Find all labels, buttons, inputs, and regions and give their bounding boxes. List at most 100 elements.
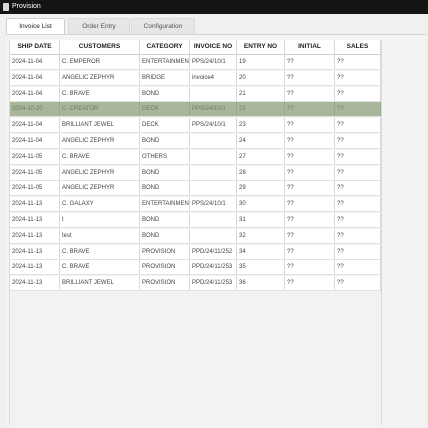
cell-sales: ?? (335, 55, 381, 69)
cell-sales: ?? (335, 165, 381, 180)
table-row[interactable]: 2024-11-05 ANGELIC ZEPHYR BOND 28???? (10, 165, 381, 181)
cell-customers: C. BRAVE (60, 86, 140, 101)
cell-sales: ?? (335, 118, 381, 133)
cell-invoice-no: PPS/24/10/1 (190, 118, 237, 133)
table-row[interactable]: 2024-11-13 BRILLIANT JEWEL PROVISION PPD/24… (10, 276, 381, 292)
cell-invoice-no: PPD/24/11/252 (190, 244, 237, 259)
cell-invoice-no (190, 213, 237, 227)
table-row[interactable]: 2024-11-05 ANGELIC ZEPHYR BOND 29???? (10, 181, 381, 197)
table-row[interactable]: 2024-11-13 C. GALAXY ENTERTAINMENT PPS/24/1… (10, 197, 381, 213)
cell-entry-no: 36 (237, 276, 285, 291)
cell-sales: ?? (335, 244, 381, 259)
cell-category: BOND (140, 165, 190, 180)
cell-initial: ?? (285, 165, 335, 180)
cell-sales: ?? (335, 213, 381, 227)
cell-customers: ANGELIC ZEPHYR (60, 70, 140, 85)
table-row[interactable]: 2024-10-20 C. CREATOR DECK PPS/24/10/1 22???… (10, 102, 381, 118)
table-row[interactable]: 2024-11-04 C. EMPEROR ENTERTAINMENT PPS/24/… (10, 55, 381, 70)
cell-entry-no: 20 (237, 70, 285, 85)
cell-customers: ANGELIC ZEPHYR (60, 134, 140, 148)
cell-category: DECK (140, 102, 190, 117)
cell-initial: ?? (285, 118, 335, 133)
cell-entry-no: 34 (237, 244, 285, 259)
table-row[interactable]: 2024-11-13 C. BRAVE PROVISION PPD/24/11/253… (10, 260, 381, 276)
cell-category: BOND (140, 228, 190, 243)
tab-configuration[interactable]: Configuration (131, 18, 195, 34)
cell-category: OTHERS (140, 149, 190, 164)
column-header-invoice-no[interactable]: INVOICE NO (190, 40, 237, 54)
table-row[interactable]: 2024-11-04 C. BRAVE BOND 21???? (10, 86, 381, 102)
cell-entry-no: 28 (237, 165, 285, 180)
cell-invoice-no (190, 228, 237, 243)
cell-sales: ?? (335, 260, 381, 275)
tab-bar: Invoice List Order Entry Configuration (6, 18, 426, 35)
table-row[interactable]: 2024-11-05 C. BRAVE OTHERS 27???? (10, 149, 381, 165)
column-header-ship-date[interactable]: SHIP DATE (10, 40, 60, 54)
cell-customers: BRILLIANT JEWEL (60, 276, 140, 291)
tab-invoice-list[interactable]: Invoice List (6, 18, 65, 34)
cell-initial: ?? (285, 228, 335, 243)
cell-category: BOND (140, 181, 190, 196)
tab-order-entry[interactable]: Order Entry (68, 18, 130, 34)
cell-sales: ?? (335, 134, 381, 148)
cell-ship-date: 2024-11-13 (10, 197, 60, 212)
cell-category: BOND (140, 86, 190, 101)
table-row[interactable]: 2024-11-04 ANGELIC ZEPHYR BRIDGE invoice4 20… (10, 70, 381, 86)
cell-invoice-no (190, 149, 237, 164)
cell-initial: ?? (285, 149, 335, 164)
column-header-initial[interactable]: INITIAL (285, 40, 335, 54)
cell-sales: ?? (335, 86, 381, 101)
cell-category: PROVISION (140, 244, 190, 259)
column-header-entry-no[interactable]: ENTRY NO (237, 40, 285, 54)
table-row[interactable]: 2024-11-04 ANGELIC ZEPHYR BOND 24???? (10, 134, 381, 149)
cell-ship-date: 2024-10-20 (10, 102, 60, 117)
table-row[interactable]: 2024-11-13 t BOND 31???? (10, 213, 381, 228)
window-title: Provision (12, 3, 41, 10)
cell-customers: BRILLIANT JEWEL (60, 118, 140, 133)
cell-sales: ?? (335, 102, 381, 117)
cell-initial: ?? (285, 181, 335, 196)
cell-category: BRIDGE (140, 70, 190, 85)
cell-customers: C. EMPEROR (60, 55, 140, 69)
invoice-table[interactable]: SHIP DATE CUSTOMERS CATEGORY INVOICE NO ENTR… (9, 40, 382, 425)
cell-category: ENTERTAINMENT (140, 55, 190, 69)
cell-ship-date: 2024-11-04 (10, 86, 60, 101)
cell-invoice-no: invoice4 (190, 70, 237, 85)
cell-customers: ANGELIC ZEPHYR (60, 165, 140, 180)
cell-sales: ?? (335, 149, 381, 164)
cell-initial: ?? (285, 86, 335, 101)
cell-sales: ?? (335, 197, 381, 212)
table-row[interactable]: 2024-11-04 BRILLIANT JEWEL DECK PPS/24/10/1… (10, 118, 381, 134)
cell-entry-no: 32 (237, 228, 285, 243)
cell-initial: ?? (285, 134, 335, 148)
cell-invoice-no: PPS/24/10/1 (190, 197, 237, 212)
cell-ship-date: 2024-11-05 (10, 149, 60, 164)
cell-initial: ?? (285, 213, 335, 227)
cell-customers: C. CREATOR (60, 102, 140, 117)
table-row[interactable]: 2024-11-13 test BOND 32???? (10, 228, 381, 244)
cell-category: DECK (140, 118, 190, 133)
cell-invoice-no: PPS/24/10/1 (190, 55, 237, 69)
cell-customers: C. GALAXY (60, 197, 140, 212)
cell-invoice-no (190, 181, 237, 196)
cell-sales: ?? (335, 276, 381, 291)
cell-entry-no: 31 (237, 213, 285, 227)
cell-ship-date: 2024-11-13 (10, 260, 60, 275)
cell-entry-no: 19 (237, 55, 285, 69)
cell-entry-no: 24 (237, 134, 285, 148)
column-header-sales[interactable]: SALES (335, 40, 381, 54)
cell-ship-date: 2024-11-04 (10, 70, 60, 85)
cell-category: PROVISION (140, 260, 190, 275)
cell-customers: C. BRAVE (60, 260, 140, 275)
cell-initial: ?? (285, 197, 335, 212)
cell-ship-date: 2024-11-05 (10, 181, 60, 196)
column-header-customers[interactable]: CUSTOMERS (60, 40, 140, 54)
table-row[interactable]: 2024-11-13 C. BRAVE PROVISION PPD/24/11/252… (10, 244, 381, 260)
cell-ship-date: 2024-11-05 (10, 165, 60, 180)
column-header-category[interactable]: CATEGORY (140, 40, 190, 54)
table-header: SHIP DATE CUSTOMERS CATEGORY INVOICE NO ENTR… (10, 40, 381, 55)
cell-invoice-no (190, 86, 237, 101)
cell-invoice-no: PPD/24/11/253 (190, 260, 237, 275)
cell-category: BOND (140, 134, 190, 148)
cell-customers: C. BRAVE (60, 244, 140, 259)
